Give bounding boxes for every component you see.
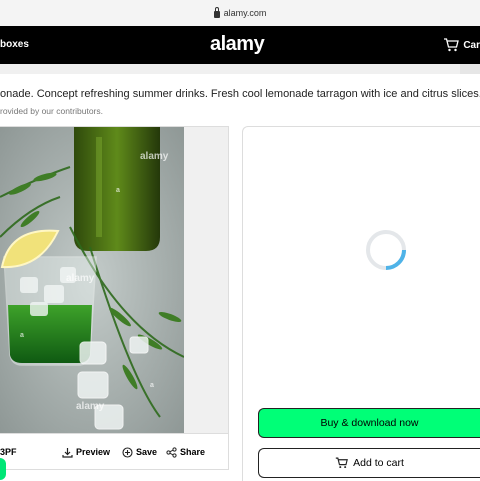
preview-button[interactable]: Preview <box>62 434 110 470</box>
watermark: alamy <box>140 151 169 162</box>
share-button[interactable]: Share <box>166 434 205 470</box>
watermark: a <box>150 382 154 389</box>
image-title: onade. Concept refreshing summer drinks.… <box>0 88 480 100</box>
cart-label: Car <box>463 39 480 51</box>
buy-download-button[interactable]: Buy & download now <box>258 408 480 438</box>
add-to-cart-button[interactable]: Add to cart <box>258 448 480 478</box>
share-icon <box>166 446 177 458</box>
site-header: boxes alamy Car <box>0 26 480 64</box>
loading-spinner-icon <box>366 230 406 270</box>
watermark: alamy <box>76 401 105 412</box>
url-text: alamy.com <box>223 8 267 18</box>
image-action-bar: 3PF Preview Save Share <box>0 433 228 470</box>
sub-nav-bar <box>0 64 480 74</box>
photo-padding <box>184 127 228 433</box>
stock-photo[interactable]: alamy alamy alamy a a a <box>0 127 184 433</box>
lock-icon <box>213 6 220 18</box>
image-panel: alamy alamy alamy a a a 3PF Preview Save <box>0 126 229 470</box>
watermark: a <box>20 332 24 339</box>
buy-label: Buy & download now <box>320 417 419 429</box>
image-subtitle: rovided by our contributors. <box>0 106 103 116</box>
cart-link[interactable]: Car <box>443 26 480 64</box>
share-label: Share <box>180 447 206 457</box>
lightboxes-link[interactable]: boxes <box>0 26 29 64</box>
save-button[interactable]: Save <box>122 434 157 470</box>
cart-icon <box>335 457 349 469</box>
watermark: alamy <box>66 273 95 284</box>
chat-widget-tab[interactable] <box>0 458 6 480</box>
save-label: Save <box>136 447 158 457</box>
alamy-logo[interactable]: alamy <box>210 33 265 56</box>
add-to-cart-label: Add to cart <box>353 457 404 469</box>
watermark: a <box>116 187 120 194</box>
preview-label: Preview <box>76 447 111 457</box>
cart-icon <box>444 38 460 52</box>
browser-url-bar[interactable]: alamy.com <box>0 0 480 26</box>
plus-circle-icon <box>122 446 133 458</box>
download-preview-icon <box>62 447 73 458</box>
